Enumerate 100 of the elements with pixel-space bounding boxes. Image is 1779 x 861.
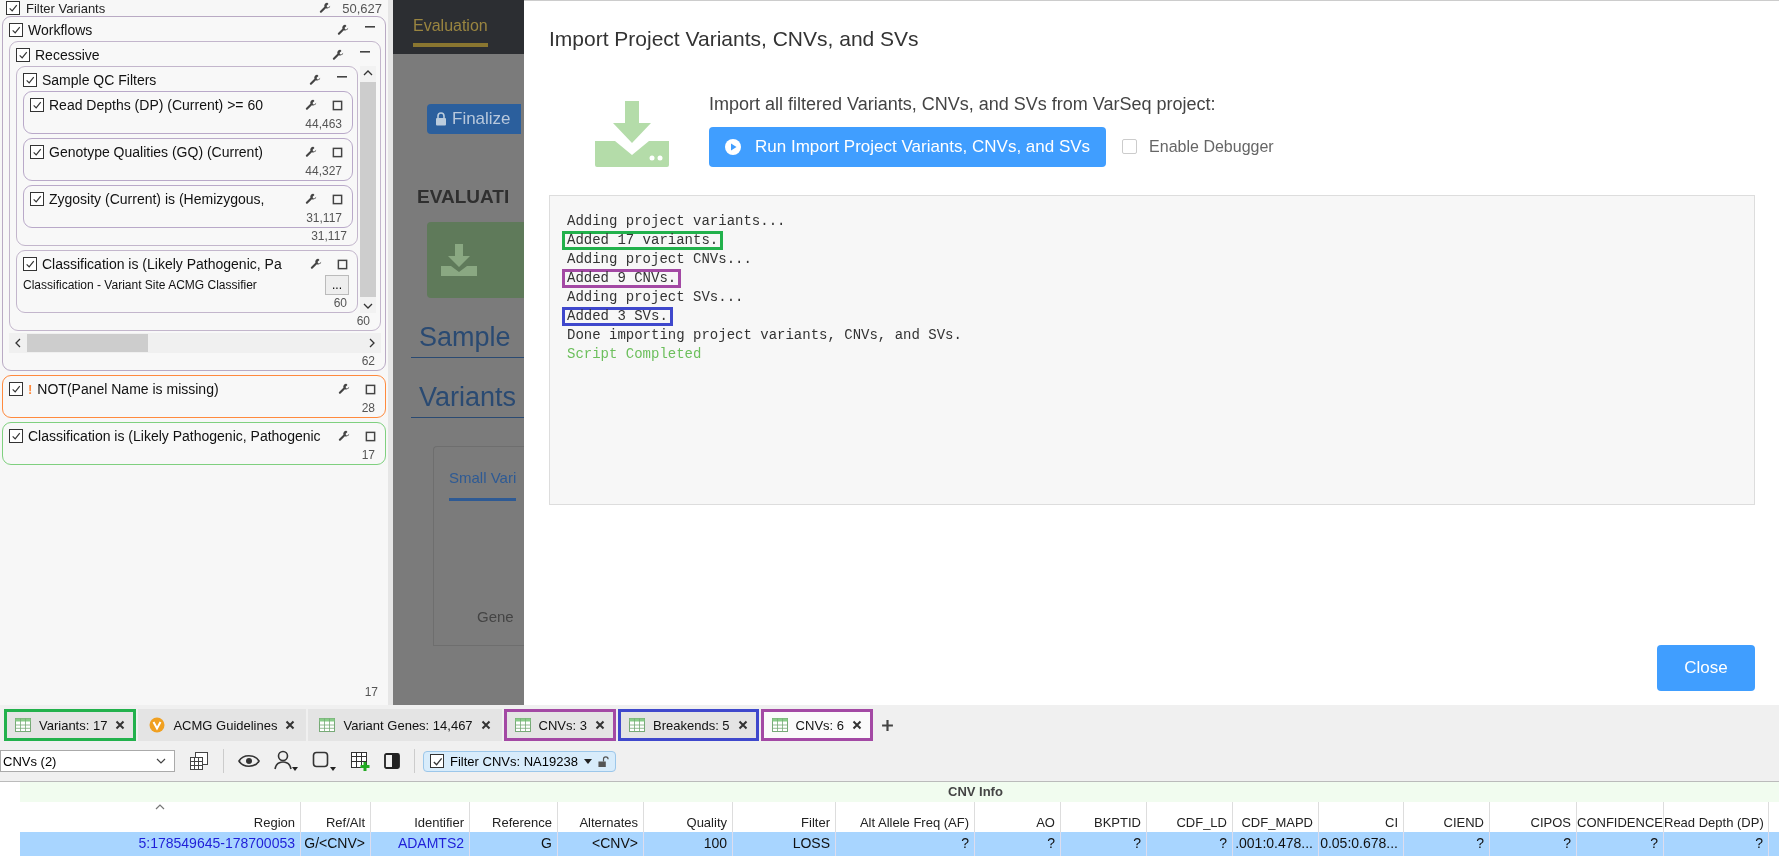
tab[interactable]: ACMG Guidelines [138, 709, 307, 741]
filter-count: 60 [356, 314, 370, 328]
import-tile[interactable] [427, 222, 524, 298]
console-line: Script Completed [566, 345, 703, 364]
filter-title: Read Depths (DP) (Current) >= 60 [49, 97, 264, 113]
filter-count: 17 [361, 448, 375, 462]
chevron-down-icon[interactable] [156, 758, 166, 764]
table-cell: 0.05:0.678... [1319, 832, 1404, 856]
filter-count: 44,463 [305, 117, 342, 131]
finalize-button[interactable]: Finalize [427, 104, 521, 134]
eye-icon[interactable] [238, 754, 260, 768]
wrench-icon[interactable] [305, 193, 317, 205]
scroll-left-icon[interactable] [15, 338, 21, 348]
square-icon[interactable] [365, 383, 376, 395]
table-cell: ? [1147, 832, 1233, 856]
square-icon[interactable] [337, 258, 348, 270]
scroll-down-icon[interactable] [363, 303, 373, 309]
warning-mark: ! [28, 381, 33, 397]
view-select[interactable]: CNVs (2) [0, 750, 175, 772]
cell-link[interactable]: ADAMTS2 [371, 832, 470, 856]
scroll-up-icon[interactable] [363, 70, 373, 76]
checkbox[interactable] [23, 257, 37, 271]
cell-link[interactable]: 5:178549645-178700053 [20, 832, 301, 856]
filter-title: Classification is (Likely Pathogenic, Pathogenic [28, 428, 322, 444]
filter-count: 31,117 [311, 229, 347, 243]
table-icon [771, 718, 788, 732]
wrench-icon[interactable] [337, 24, 349, 36]
tab[interactable]: Variant Genes: 14,467 [308, 709, 502, 741]
add-tab-icon[interactable] [881, 718, 894, 732]
person-icon[interactable] [274, 750, 298, 772]
panel-toggle-icon[interactable] [384, 753, 400, 769]
table-icon [15, 718, 31, 732]
checkbox[interactable] [9, 429, 23, 443]
square-icon[interactable] [365, 430, 376, 442]
checkbox[interactable] [430, 754, 444, 768]
table-cell: LOSS [733, 832, 836, 856]
dialog-title: Import Project Variants, CNVs, and SVs [549, 27, 920, 51]
close-icon[interactable] [285, 720, 296, 730]
wrench-icon[interactable] [305, 99, 317, 111]
scroll-right-icon[interactable] [369, 338, 375, 348]
filter-title: Classification is (Likely Pathogenic, Pa [42, 256, 283, 272]
square-icon[interactable] [312, 750, 336, 772]
console-line: Adding project SVs... [566, 288, 745, 307]
filter-chip[interactable]: Filter CNVs: NA19238 [423, 750, 616, 772]
more-button[interactable]: ... [325, 275, 349, 295]
tab[interactable]: CNVs: 3 [503, 709, 616, 741]
wrench-icon[interactable] [305, 146, 317, 158]
table-cell: ? [1577, 832, 1664, 856]
checkbox[interactable] [6, 1, 20, 15]
checkbox[interactable] [30, 98, 44, 112]
table-cell: ? [836, 832, 975, 856]
vertical-scrollbar[interactable] [360, 66, 376, 313]
wrench-icon[interactable] [332, 49, 344, 61]
lock-icon [435, 112, 447, 126]
filter-count: 50,627 [342, 0, 382, 16]
table-row[interactable]: 5:178549645-178700053 G/<CNV> ADAMTS2 G <CNV> 100 LOSS ? ? ? ? .001:0.478... 0.05:0.678... ? ? ? ? [0, 832, 1779, 856]
filter-title: NOT(Panel Name is missing) [37, 381, 220, 397]
table-cell: ? [1490, 832, 1577, 856]
filter-count: 62 [361, 354, 375, 368]
filter-title: Genotype Qualities (GQ) (Current) [49, 144, 264, 160]
tab[interactable]: Variants: 17 [4, 709, 137, 741]
wrench-icon[interactable] [309, 74, 321, 86]
checkbox[interactable] [9, 382, 23, 396]
unlocked-lock-icon[interactable] [597, 755, 609, 767]
checkbox-label: Enable Debugger [1149, 137, 1274, 156]
checkbox[interactable] [9, 23, 23, 37]
close-icon[interactable] [852, 720, 862, 730]
horizontal-scrollbar[interactable] [9, 333, 381, 353]
wrench-icon[interactable] [338, 430, 350, 442]
result-count: 17 [364, 685, 378, 699]
tab[interactable]: CNVs: 6 [760, 709, 873, 741]
close-icon[interactable] [595, 720, 605, 730]
square-icon[interactable] [332, 146, 343, 158]
wrench-icon[interactable] [338, 383, 350, 395]
checkbox[interactable] [30, 145, 44, 159]
table-icon [514, 718, 531, 732]
sort-caret-icon[interactable] [155, 804, 165, 810]
caret-icon[interactable] [583, 758, 592, 764]
tab[interactable]: Breakends: 5 [618, 709, 759, 741]
close-icon[interactable] [115, 720, 126, 730]
table-cell: ? [975, 832, 1061, 856]
table-add-icon[interactable] [350, 751, 370, 771]
checkbox[interactable] [16, 48, 30, 62]
table-cell: 100 [644, 832, 733, 856]
stacked-table-icon[interactable] [189, 751, 209, 771]
wrench-icon[interactable] [310, 258, 322, 270]
filter-count: 31,117 [306, 211, 342, 225]
filter-chip-label: Filter CNVs: NA19238 [450, 753, 578, 769]
close-icon[interactable] [480, 720, 491, 730]
filter-count: 60 [333, 296, 347, 310]
checkbox[interactable] [23, 73, 37, 87]
filter-title: Zygosity (Current) is (Hemizygous, [49, 191, 266, 207]
wrench-icon[interactable] [319, 2, 332, 14]
dialog-description: Import all filtered Variants, CNVs, and SVs from VarSeq project: [709, 93, 1217, 115]
close-icon[interactable] [737, 720, 748, 730]
badge-icon [149, 717, 166, 733]
filter-count: 28 [361, 401, 375, 415]
checkbox[interactable] [30, 192, 44, 206]
square-icon[interactable] [332, 193, 343, 205]
square-icon[interactable] [332, 99, 343, 111]
